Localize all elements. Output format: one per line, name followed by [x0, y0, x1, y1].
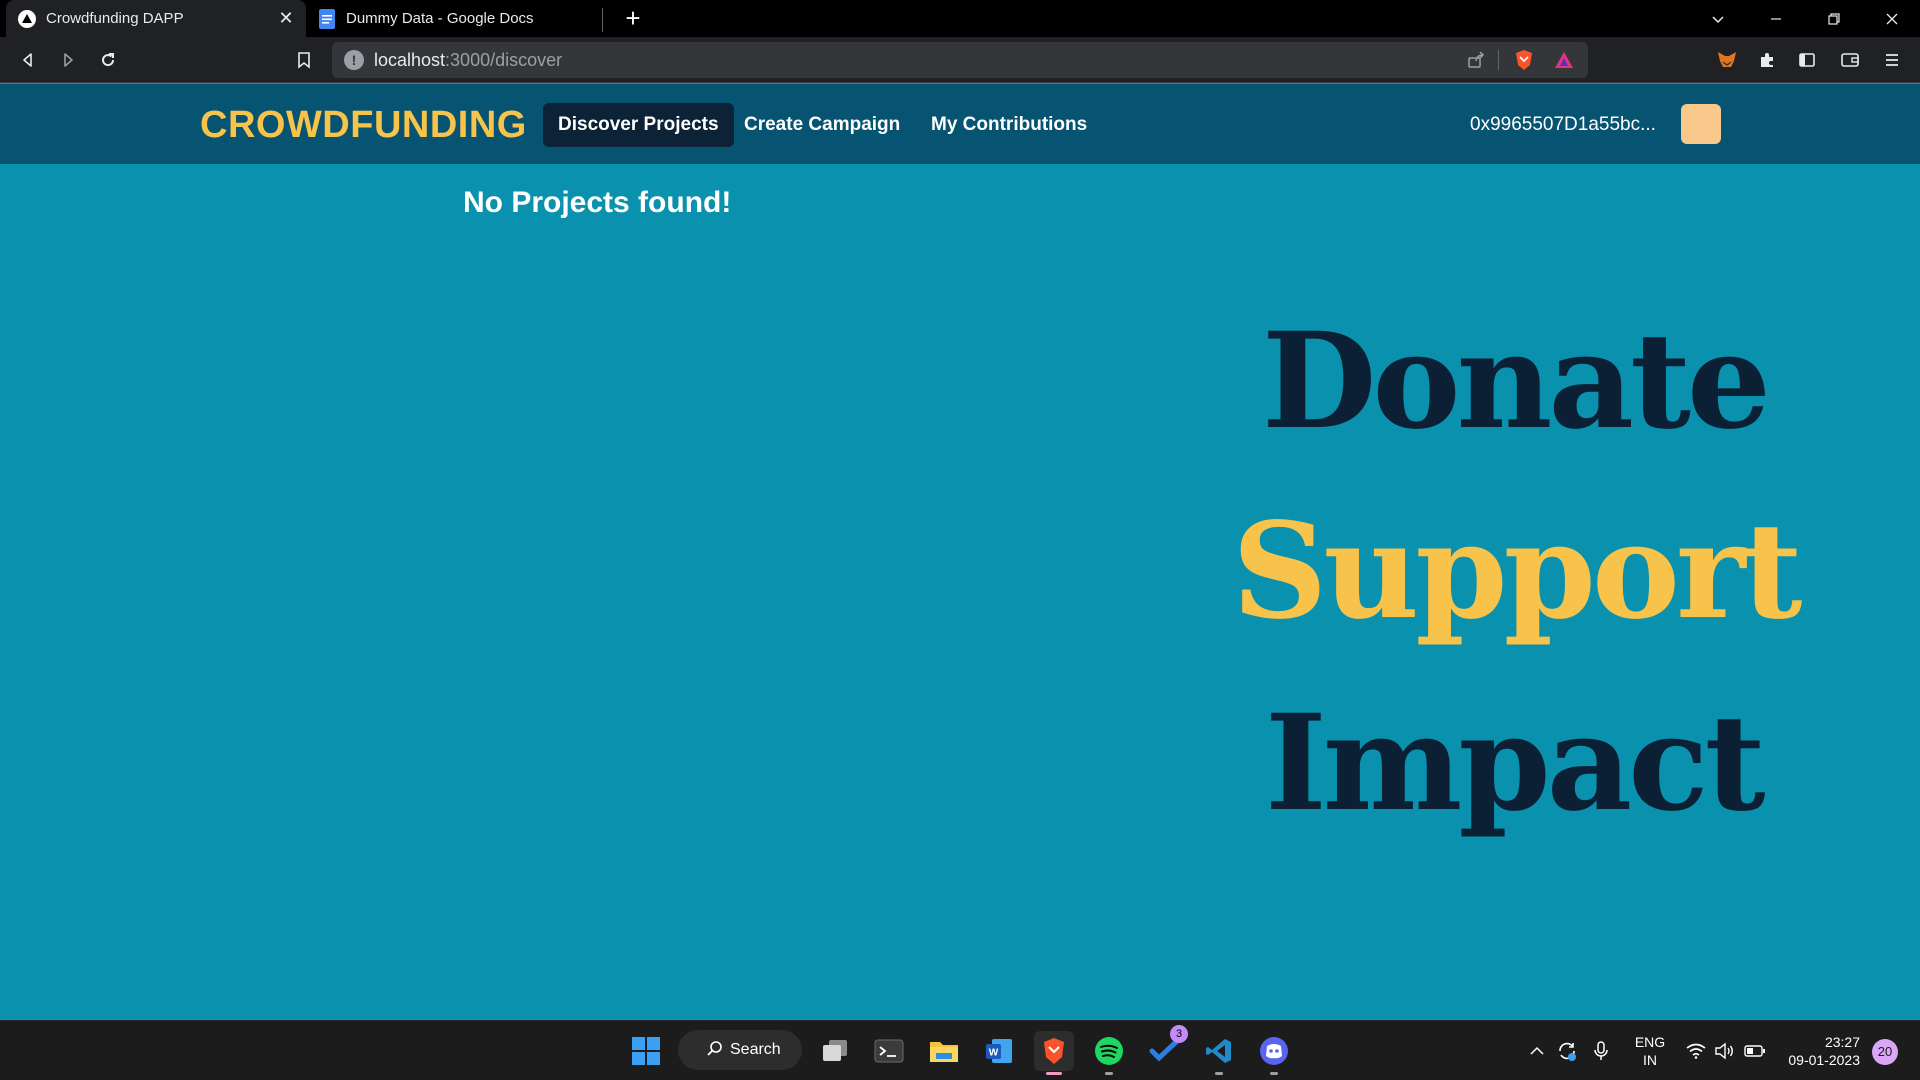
url-path: :3000/discover — [445, 50, 563, 70]
search-label: Search — [730, 1041, 781, 1058]
language-code: ENG — [1634, 1034, 1666, 1050]
search-icon — [706, 1040, 724, 1063]
bookmark-icon[interactable] — [290, 46, 318, 74]
minimize-button[interactable] — [1748, 0, 1804, 37]
region-code: IN — [1643, 1052, 1657, 1068]
reload-button[interactable] — [94, 46, 122, 74]
windows-start-icon[interactable] — [626, 1031, 666, 1071]
metamask-fox-icon[interactable] — [1713, 46, 1741, 74]
address-url: localhost:3000/discover — [374, 50, 562, 71]
nav-create-campaign[interactable]: Create Campaign — [729, 103, 915, 147]
restore-button[interactable] — [1806, 0, 1862, 37]
vscode-icon[interactable] — [1199, 1031, 1239, 1075]
windows-taskbar: Search W 3 ENG IN 23:27 09-01-2023 20 — [0, 1020, 1920, 1080]
vercel-triangle-icon — [18, 9, 36, 28]
omnibox-divider — [1498, 50, 1499, 70]
running-app-indicator — [1270, 1072, 1278, 1075]
todo-badge-count: 3 — [1170, 1025, 1188, 1043]
discord-icon[interactable] — [1254, 1031, 1294, 1075]
microphone-icon[interactable] — [1586, 1021, 1616, 1080]
terminal-icon[interactable] — [869, 1031, 909, 1071]
address-bar[interactable]: ! localhost:3000/discover — [332, 42, 1588, 78]
brave-shields-icon[interactable] — [1510, 46, 1538, 74]
clock-time: 23:27 — [1824, 1034, 1860, 1050]
active-app-indicator — [1046, 1072, 1062, 1075]
close-tab-icon[interactable]: ✕ — [272, 8, 300, 29]
show-hidden-icons-chevron[interactable] — [1522, 1021, 1552, 1080]
brave-browser-icon[interactable] — [1034, 1031, 1074, 1075]
running-app-indicator — [1105, 1072, 1113, 1075]
wallet-icon[interactable] — [1836, 46, 1864, 74]
file-explorer-icon[interactable] — [924, 1031, 964, 1071]
nav-discover-projects[interactable]: Discover Projects — [543, 103, 734, 147]
sidebar-toggle-icon[interactable] — [1793, 46, 1821, 74]
spotify-icon[interactable] — [1089, 1031, 1129, 1075]
browser-toolbar: ! localhost:3000/discover — [0, 37, 1920, 83]
sync-icon[interactable] — [1552, 1021, 1582, 1080]
discover-page: No Projects found! Donate Support Impact — [0, 164, 1920, 1020]
notification-count-badge[interactable]: 20 — [1872, 1039, 1898, 1065]
input-language-indicator[interactable]: ENG IN — [1630, 1021, 1670, 1080]
microsoft-word-icon[interactable]: W — [979, 1031, 1019, 1071]
taskbar-search-button[interactable]: Search — [678, 1030, 802, 1070]
back-button[interactable] — [14, 46, 42, 74]
forward-button[interactable] — [54, 46, 82, 74]
tab-google-docs[interactable]: Dummy Data - Google Docs — [306, 0, 606, 37]
task-view-icon[interactable] — [815, 1031, 855, 1071]
browser-tab-strip: Crowdfunding DAPP ✕ Dummy Data - Google … — [0, 0, 1920, 37]
wallet-address[interactable]: 0x9965507D1a55bc... — [1470, 114, 1656, 136]
running-app-indicator — [1215, 1072, 1223, 1075]
site-info-icon[interactable]: ! — [344, 50, 364, 70]
share-icon[interactable] — [1462, 46, 1490, 74]
battery-icon[interactable] — [1740, 1021, 1770, 1080]
tab-divider — [602, 8, 603, 32]
url-host: localhost — [374, 50, 446, 70]
brand-logo[interactable]: CROWDFUNDING — [200, 104, 527, 147]
clock[interactable]: 23:27 09-01-2023 — [1780, 1021, 1860, 1080]
menu-hamburger-icon[interactable] — [1878, 46, 1906, 74]
new-tab-button[interactable]: + — [618, 4, 648, 34]
microsoft-todo-icon[interactable]: 3 — [1144, 1025, 1188, 1071]
tab-crowdfunding-dapp[interactable]: Crowdfunding DAPP ✕ — [6, 0, 306, 37]
brave-rewards-icon[interactable] — [1550, 46, 1578, 74]
volume-icon[interactable] — [1710, 1021, 1738, 1080]
google-docs-icon — [318, 8, 336, 29]
nav-my-contributions[interactable]: My Contributions — [916, 103, 1102, 147]
svg-text:W: W — [989, 1048, 999, 1059]
tab-title: Dummy Data - Google Docs — [346, 10, 534, 27]
hero-word-donate: Donate — [1262, 304, 1771, 459]
wifi-icon[interactable] — [1682, 1021, 1710, 1080]
empty-state-message: No Projects found! — [463, 186, 732, 219]
clock-date: 09-01-2023 — [1788, 1052, 1860, 1068]
close-window-button[interactable] — [1864, 0, 1920, 37]
app-navbar: CROWDFUNDING Discover Projects Create Ca… — [0, 84, 1920, 164]
tab-title: Crowdfunding DAPP — [46, 10, 184, 27]
tab-search-chevron-icon[interactable] — [1690, 0, 1746, 37]
avatar[interactable] — [1681, 104, 1721, 144]
hero-word-impact: Impact — [1265, 686, 1766, 841]
hero-word-support: Support — [1232, 494, 1802, 649]
extensions-puzzle-icon[interactable] — [1753, 46, 1781, 74]
